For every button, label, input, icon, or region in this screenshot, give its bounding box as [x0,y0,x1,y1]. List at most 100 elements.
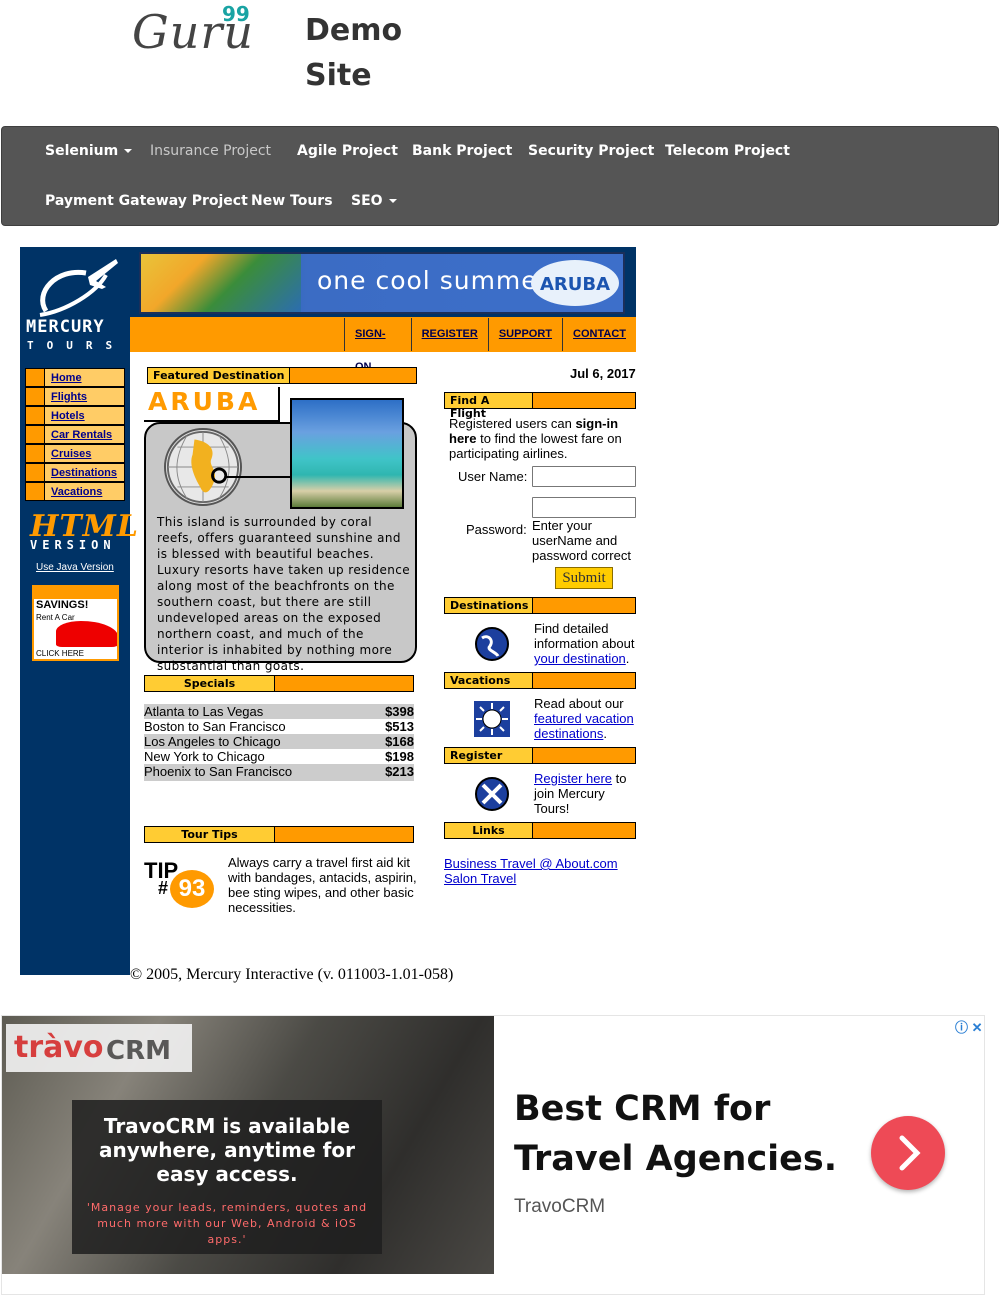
tip-badge: TIP # 93 [144,858,218,910]
menu-hotels[interactable]: Hotels [25,406,125,425]
html-version-logo: HTML VERSION [30,509,138,552]
nav-security-project[interactable]: Security Project [528,143,654,159]
table-row: New York to Chicago $198 [144,749,414,764]
aruba-beach-photo [290,398,404,509]
current-date: Jul 6, 2017 [570,366,636,381]
support-link[interactable]: SUPPORT [487,318,562,351]
destinations-header: Destinations [444,597,636,614]
menu-home[interactable]: Home [25,368,125,387]
use-java-version-link[interactable]: Use Java Version [36,562,114,573]
ad-choices-icon[interactable]: ⓘ ✕ [955,1017,983,1036]
aruba-badge: ARUBA [531,260,619,306]
table-row: Atlanta to Las Vegas $398 [144,704,414,719]
username-input[interactable] [532,466,636,487]
links-label: Links [445,823,533,838]
site-title-line-1: Demo [305,13,403,48]
nav-payment-gateway-project[interactable]: Payment Gateway Project [45,193,248,209]
featured-destination-header: Featured Destination [147,367,417,384]
nav-insurance-project[interactable]: Insurance Project [150,143,271,159]
username-label: User Name: [458,469,528,484]
featured-destination-title: ARUBA [144,387,280,422]
featured-destination-text: This island is surrounded by coral reefs… [157,515,411,673]
specials-label: Specials [145,676,275,691]
chevron-down-icon [124,149,133,153]
links-header: Links [444,822,636,839]
guru99-logo[interactable]: Guru 99 [132,2,254,60]
ad-photo: tràvo CRM TravoCRM is available anywhere… [2,1016,494,1274]
globe-icon [164,428,242,506]
nav-new-tours[interactable]: New Tours [251,193,333,209]
rent-a-car-text: Rent A Car [36,613,75,622]
menu-car-rentals[interactable]: Car Rentals [25,425,125,444]
ad-next-button[interactable] [871,1116,945,1190]
menu-cruises[interactable]: Cruises [25,444,125,463]
copyright-text: © 2005, Mercury Interactive (v. 011003-1… [130,966,454,983]
ad-overlay-subtext: 'Manage your leads, reminders, quotes an… [86,1201,368,1246]
contact-link[interactable]: CONTACT [562,318,636,351]
chevron-right-icon [899,1135,921,1171]
tour-tip-text: Always carry a travel first aid kit with… [228,855,417,915]
tip-hash: # [158,878,169,898]
salon-travel-link[interactable]: Salon Travel [444,871,618,886]
travocrm-ad[interactable]: tràvo CRM TravoCRM is available anywhere… [1,1015,985,1295]
mercury-logo-text: MERCURY [26,317,105,337]
site-title: Demo Site [305,8,402,98]
destinations-text: Find detailed information about your des… [534,621,635,666]
savings-text: SAVINGS! [36,599,89,611]
top-links: SIGN-ON REGISTER SUPPORT CONTACT [344,318,636,373]
password-label: Password: [466,522,527,537]
business-travel-link[interactable]: Business Travel @ About.com [444,856,618,871]
tour-tips-header: Tour Tips [144,826,414,843]
logo-superscript: 99 [222,2,250,26]
sun-icon [474,701,510,737]
find-flight-intro: Registered users can sign-in here to fin… [449,416,622,461]
car-icon [56,621,117,647]
globe-pointer-line [226,476,292,478]
nav-selenium[interactable]: Selenium [45,143,133,159]
logo-part-a: tràvo [14,1030,104,1065]
rent-a-car-ad[interactable]: SAVINGS! Rent A Car CLICK HERE [32,585,119,661]
featured-vacation-link[interactable]: featured vacation destinations [534,711,634,741]
featured-destination-label: Featured Destination [148,368,291,383]
register-label: Register [445,748,533,763]
ad-brand: TravoCRM [514,1196,606,1217]
register-link[interactable]: REGISTER [410,318,488,351]
globe-icon [474,626,510,662]
banner-text: one cool summer [317,266,549,295]
tour-tips-label: Tour Tips [145,827,275,842]
destinations-label: Destinations [445,598,533,613]
nav-seo[interactable]: SEO [351,193,397,209]
vacations-text: Read about our featured vacation destina… [534,696,634,741]
specials-header: Specials [144,675,414,692]
menu-vacations[interactable]: Vacations [25,482,125,501]
ad-headline: Best CRM for Travel Agencies. [514,1089,838,1179]
ad-overlay: TravoCRM is available anywhere, anytime … [72,1100,382,1254]
aruba-banner-ad[interactable]: one cool summer ARUBA [139,252,625,314]
site-title-line-2: Site [305,58,372,93]
password-input[interactable] [532,497,636,518]
ad-overlay-headline: TravoCRM is available anywhere, anytime … [99,1114,355,1186]
vacations-label: Vacations [445,673,533,688]
find-a-flight-header: Find A Flight [444,392,636,420]
register-header: Register [444,747,636,764]
banner-photo [141,254,301,312]
html-version-subtitle: VERSION [30,538,116,552]
password-hint: Enter your userName and password correct [532,518,631,563]
nav-bank-project[interactable]: Bank Project [412,143,512,159]
register-here-link[interactable]: Register here [534,771,612,786]
external-links: Business Travel @ About.com Salon Travel [444,856,618,886]
find-a-flight-label: Find A Flight [445,393,533,420]
menu-flights[interactable]: Flights [25,387,125,406]
register-x-icon [475,777,509,811]
menu-destinations[interactable]: Destinations [25,463,125,482]
register-text: Register here to join Mercury Tours! [534,771,627,816]
main-navbar: Selenium Insurance Project Agile Project… [1,126,999,226]
nav-telecom-project[interactable]: Telecom Project [665,143,790,159]
logo-part-b: CRM [106,1036,171,1066]
travocrm-logo: tràvo CRM [6,1024,192,1072]
nav-agile-project[interactable]: Agile Project [297,143,398,159]
tours-logo-text: TOURS [27,339,126,352]
your-destination-link[interactable]: your destination [534,651,626,666]
submit-button[interactable]: Submit [555,567,613,589]
sign-on-link[interactable]: SIGN-ON [344,318,411,373]
